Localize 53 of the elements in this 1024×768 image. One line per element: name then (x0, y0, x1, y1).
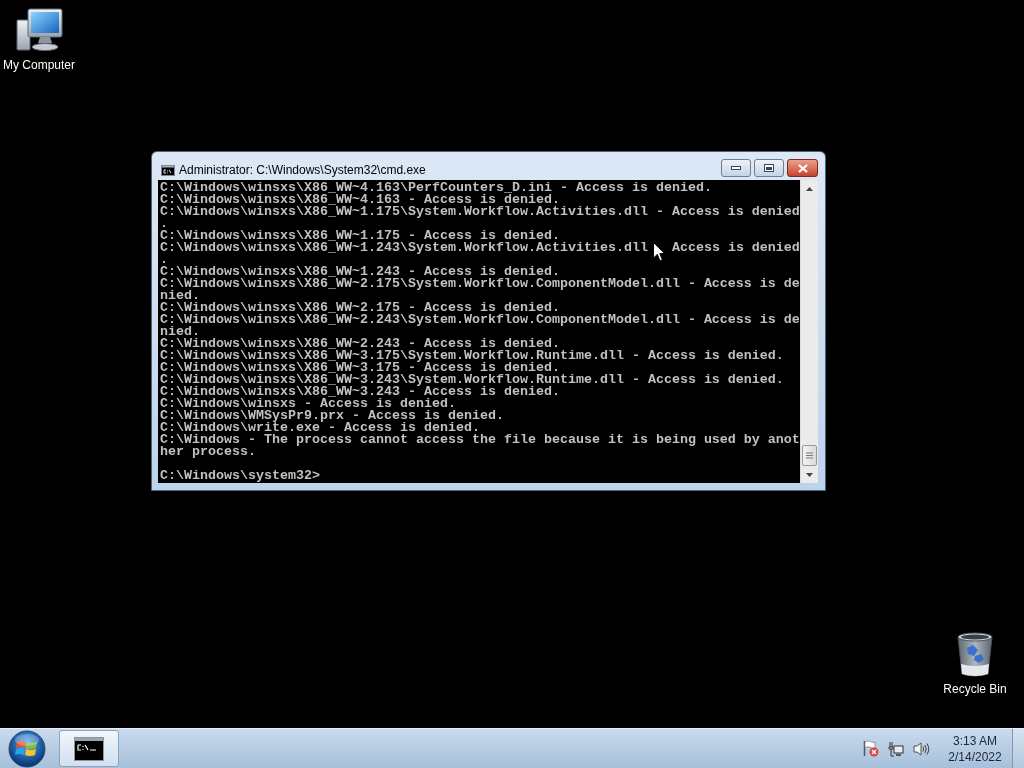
clock-time: 3:13 AM (953, 732, 997, 749)
console-icon (161, 164, 175, 176)
console-line: C:\Windows\winsxs\X86_WW~2.243\System.Workflow.ComponentModel.dll - Access is de (160, 314, 800, 326)
close-button[interactable] (787, 159, 818, 177)
window-title: Administrator: C:\Windows\System32\cmd.exe (179, 163, 426, 177)
command-prompt[interactable]: C:\Windows\system32> (160, 470, 320, 482)
mouse-pointer-icon (652, 242, 666, 262)
console-line: C:\Windows\winsxs\X86_WW~1.243 - Access is denied. (160, 266, 560, 278)
flag-with-x-icon[interactable] (863, 740, 879, 757)
console-line: C:\Windows\winsxs\X86_WW~1.175 - Access is denied. (160, 230, 560, 242)
maximize-button[interactable] (754, 159, 784, 177)
down-arrow-icon[interactable] (806, 472, 813, 477)
console-line: C:\Windows\winsxs\X86_WW~1.243\System.Workflow.Activities.dll (160, 242, 648, 254)
console-line: C:\Windows\winsxs\X86_WW~3.243\System.Workflow.Runtime.dll - Access is denied. (160, 374, 784, 386)
maximize-icon (764, 164, 774, 172)
trash-bin-icon (955, 630, 995, 678)
minimize-button[interactable] (721, 159, 751, 177)
console-line: C:\Windows\winsxs - Access is denied. (160, 398, 456, 410)
desktop-shortcut[interactable]: Recycle Bin (936, 630, 1014, 696)
up-arrow-icon[interactable] (806, 186, 813, 191)
console-icon (74, 736, 104, 761)
speaker-icon[interactable] (913, 740, 930, 757)
windows-orb-icon (8, 729, 46, 768)
grip-icon (806, 452, 813, 459)
minimize-icon (731, 166, 741, 170)
console-line: C:\Windows\winsxs\X86_WW~2.175\System.Workflow.ComponentModel.dll - Access is de (160, 278, 800, 290)
scrollbar[interactable] (800, 180, 818, 483)
console-line: C:\Windows\winsxs\X86_WW~3.175 - Access is denied. (160, 362, 560, 374)
console-line: . (160, 218, 168, 230)
desktop-shortcut[interactable]: My Computer (0, 8, 78, 72)
console-line: . (160, 254, 168, 266)
start-button[interactable] (8, 729, 46, 768)
console-line: nied. (160, 290, 200, 302)
console-line: C:\Windows\winsxs\X86_WW~1.175\System.Workflow.Activities.dll - Access is denied (160, 206, 800, 218)
console-line: C:\Windows\winsxs\X86_WW~2.175 - Access is denied. (160, 302, 560, 314)
console-line: Access is denied (671, 242, 800, 254)
network-icon[interactable] (888, 740, 904, 757)
console-line: C:\Windows\winsxs\X86_WW~3.175\System.Workflow.Runtime.dll - Access is denied. (160, 350, 784, 362)
console-line: C:\Windows\winsxs\X86_WW~4.163\PerfCounters_D.ini - Access is denied. (160, 182, 712, 194)
console-line: C:\Windows\winsxs\X86_WW~3.243 - Access is denied. (160, 386, 560, 398)
console-line: C:\Windows - The process cannot access the file because it is being used by anot (160, 434, 800, 446)
taskbar-button[interactable] (59, 730, 119, 767)
scrollbar-thumb[interactable] (802, 445, 817, 466)
console-line: C:\Windows\winsxs\X86_WW~4.163 - Access is denied. (160, 194, 560, 206)
console-line: nied. (160, 326, 200, 338)
console-line: C:\Windows\WMSysPr9.prx - Access is denied. (160, 410, 504, 422)
clock[interactable]: 3:13 AM 2/14/2022 (944, 732, 1006, 765)
clock-date: 2/14/2022 (948, 748, 1002, 765)
console-line: her process. (160, 446, 256, 458)
console-line: C:\Windows\winsxs\X86_WW~2.243 - Access is denied. (160, 338, 560, 350)
computer-icon (15, 8, 63, 54)
close-icon (797, 163, 808, 173)
console-line: C:\Windows\write.exe - Access is denied. (160, 422, 480, 434)
